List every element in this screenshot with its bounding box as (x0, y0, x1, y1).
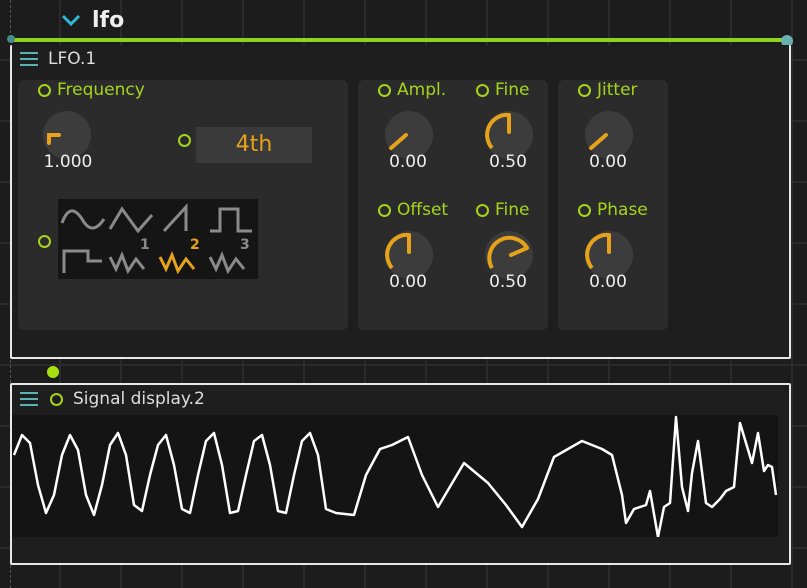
waveform-number-3: 3 (240, 237, 250, 253)
lfo-module-title: LFO.1 (48, 49, 97, 69)
offset-fine-value: 0.50 (489, 272, 527, 292)
offset-fine-label: Fine (476, 200, 530, 220)
ampl-value: 0.00 (389, 152, 427, 172)
offset-fine-input-port[interactable] (476, 203, 489, 217)
waveform-selector[interactable]: 1 2 3 (58, 199, 258, 279)
jitter-value: 0.00 (589, 152, 627, 172)
connection-cable[interactable] (12, 38, 788, 42)
lfo-module-header: LFO.1 (20, 49, 96, 69)
square-wave-icon[interactable] (208, 201, 254, 239)
offset-input-port[interactable] (378, 203, 391, 217)
menu-icon[interactable] (20, 52, 38, 66)
step-wave-icon[interactable] (60, 239, 106, 277)
jitter-panel: Jitter 0.00 Phase 0.00 (558, 80, 668, 330)
frequency-value: 1.000 (43, 152, 93, 172)
amplitude-panel: Ampl. 0.00 Fine 0.50 Offset 0.00 Fine 0.… (358, 80, 548, 330)
cable-handle-left[interactable] (7, 35, 15, 43)
triangle-wave-icon[interactable] (108, 201, 154, 239)
phase-label: Phase (578, 200, 648, 220)
offset-label: Offset (378, 200, 448, 220)
signal-module-header: Signal display.2 (20, 389, 205, 409)
sine-wave-icon[interactable] (60, 201, 106, 239)
lfo-module: LFO.1 Frequency 1.000 4th 1 2 3 Ampl. 0.… (10, 45, 791, 359)
signal-trace (12, 415, 778, 537)
phase-input-port[interactable] (578, 203, 591, 217)
offset-value: 0.00 (389, 272, 427, 292)
frequency-input-port[interactable] (38, 83, 51, 97)
ampl-fine-value: 0.50 (489, 152, 527, 172)
signal-waveform-display (12, 415, 778, 537)
ampl-fine-input-port[interactable] (476, 83, 489, 97)
waveform-number-2: 2 (190, 237, 200, 253)
phase-value: 0.00 (589, 272, 627, 292)
note-input-port[interactable] (178, 134, 191, 147)
frequency-panel: Frequency 1.000 4th 1 2 3 (18, 80, 348, 330)
jitter-label: Jitter (578, 80, 638, 100)
ampl-fine-label: Fine (476, 80, 530, 100)
note-division-field[interactable]: 4th (196, 127, 312, 163)
signal-input-port[interactable] (50, 392, 63, 406)
lfo-output-port[interactable] (47, 366, 59, 378)
patch-title: lfo (92, 7, 125, 33)
waveform-number-1: 1 (140, 237, 150, 253)
waveform-input-port[interactable] (38, 235, 51, 248)
chevron-down-icon[interactable] (60, 9, 82, 31)
ampl-label: Ampl. (378, 80, 446, 100)
signal-module-title: Signal display.2 (73, 389, 205, 409)
ampl-input-port[interactable] (378, 83, 391, 97)
frequency-label: Frequency (38, 80, 145, 100)
jitter-input-port[interactable] (578, 83, 591, 97)
saw-wave-icon[interactable] (158, 201, 204, 239)
menu-icon[interactable] (20, 392, 38, 406)
patch-titlebar: lfo (60, 4, 124, 36)
